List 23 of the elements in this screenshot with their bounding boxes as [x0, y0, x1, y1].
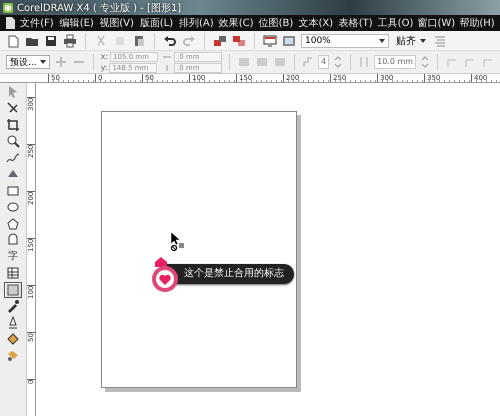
y-label: y:	[100, 63, 108, 72]
menu-item[interactable]: 窗口(W)	[416, 16, 456, 30]
menu-item[interactable]: 版面(L)	[138, 16, 176, 30]
x-label: x:	[100, 52, 108, 61]
menu-item[interactable]: 效果(C)	[217, 16, 256, 30]
preset-dropdown[interactable]: 预设...	[6, 55, 50, 69]
menu-item[interactable]: 排列(A)	[177, 16, 216, 30]
menu-item[interactable]: 帮助(H)	[458, 16, 496, 30]
tooltip-text: 这个是禁止合用的标志	[164, 264, 294, 284]
menu-item[interactable]: 文本(X)	[296, 16, 335, 30]
steps-field[interactable]: 4	[318, 55, 330, 69]
menu-item[interactable]: 文件(F)	[18, 16, 56, 30]
window-title: CorelDRAW X4 ( 专业版 ) - [图形1]	[17, 2, 182, 14]
menu-item[interactable]: 表格(T)	[336, 16, 375, 30]
menu-item[interactable]: 视图(V)	[98, 16, 136, 30]
zoom-dropdown[interactable]: 100%	[301, 34, 389, 48]
toolbox-button[interactable]: 字	[4, 249, 22, 264]
menu-item[interactable]: 位图(B)	[257, 16, 295, 30]
menu-item[interactable]: 工具(O)	[376, 16, 414, 30]
menu-item[interactable]: 编辑(E)	[58, 16, 96, 30]
spacing-field[interactable]: 10.0 mm	[374, 55, 416, 69]
text-tool-icon: 字	[8, 252, 18, 262]
snap-dropdown[interactable]: 贴齐	[394, 34, 428, 48]
